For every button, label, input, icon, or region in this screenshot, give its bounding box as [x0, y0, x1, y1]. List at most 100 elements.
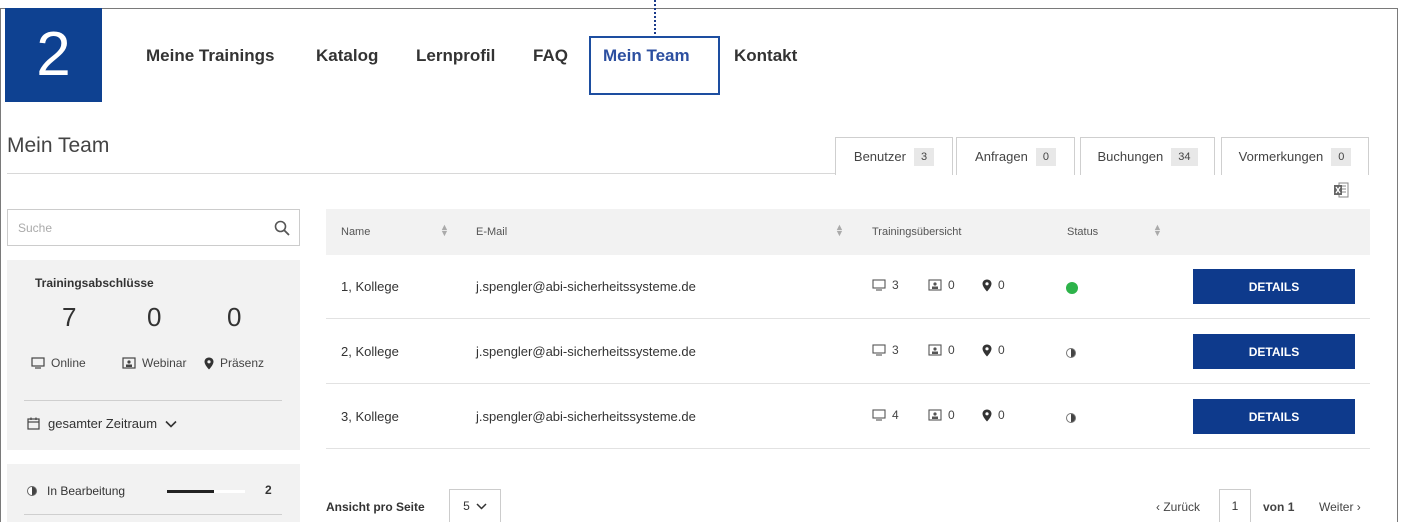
column-header-email[interactable]: E-Mail [476, 226, 507, 238]
location-pin-icon [982, 409, 992, 421]
row-email: j.spengler@abi-sicherheitssysteme.de [476, 279, 696, 294]
page-number-input[interactable]: 1 [1219, 489, 1251, 522]
webinar-icon [122, 357, 136, 369]
dotted-connector [654, 0, 658, 34]
tab-benutzer[interactable]: Benutzer 3 [835, 137, 953, 175]
frame-border-top [0, 8, 1398, 9]
table-row: 2, Kollege j.spengler@abi-sicherheitssys… [326, 320, 1370, 384]
webinar-icon [928, 344, 942, 356]
praesenz-count: 0 [227, 302, 242, 332]
of-label: von [1263, 500, 1285, 514]
tab-count-badge: 0 [1035, 147, 1056, 166]
praesenz-stat-label: Präsenz [204, 356, 264, 370]
row-webinar-count: 0 [948, 278, 955, 292]
row-praesenz-metric: 0 [982, 408, 1005, 422]
monitor-icon [31, 357, 45, 369]
search-input[interactable] [18, 220, 258, 235]
online-count: 7 [62, 302, 77, 332]
column-header-overview: Trainingsübersicht [872, 226, 962, 238]
per-page-select[interactable]: 5 [449, 489, 501, 522]
nav-katalog[interactable]: Katalog [316, 46, 378, 66]
calendar-icon [27, 417, 40, 430]
nav-faq[interactable]: FAQ [533, 46, 568, 66]
total-pages: 1 [1287, 500, 1295, 514]
chevron-down-icon [165, 420, 177, 428]
sort-icon[interactable]: ▲ ▼ [1153, 223, 1162, 238]
praesenz-label: Präsenz [220, 356, 265, 370]
row-praesenz-metric: 0 [982, 278, 1005, 292]
tab-label: Vormerkungen [1238, 149, 1324, 164]
row-praesenz-count: 0 [998, 408, 1005, 422]
tab-count-badge: 0 [1331, 147, 1352, 166]
status-in-progress-icon [1066, 348, 1076, 358]
row-praesenz-count: 0 [998, 343, 1005, 357]
details-button[interactable]: DETAILS [1193, 269, 1355, 304]
online-stat-label: Online [31, 356, 86, 370]
tab-anfragen[interactable]: Anfragen 0 [956, 137, 1075, 175]
details-button[interactable]: DETAILS [1193, 399, 1355, 434]
status-filter-panel: In Bearbeitung 2 [7, 464, 300, 522]
row-email: j.spengler@abi-sicherheitssysteme.de [476, 344, 696, 359]
row-webinar-metric: 0 [928, 278, 955, 292]
status-in-progress-icon [1066, 413, 1076, 423]
period-label: gesamter Zeitraum [48, 416, 158, 431]
row-praesenz-count: 0 [998, 278, 1005, 292]
online-label: Online [51, 356, 86, 370]
row-praesenz-metric: 0 [982, 343, 1005, 357]
tab-label: Buchungen [1097, 149, 1164, 164]
page-of-text: von 1 [1263, 500, 1294, 514]
sort-icon[interactable]: ▲ ▼ [440, 223, 449, 238]
status-filter-count: 2 [265, 483, 272, 497]
tab-buchungen[interactable]: Buchungen 34 [1080, 137, 1215, 175]
tab-vormerkungen[interactable]: Vormerkungen 0 [1221, 137, 1369, 175]
monitor-icon [872, 409, 886, 421]
sort-icon[interactable]: ▲ ▼ [835, 223, 844, 238]
row-name: 2, Kollege [341, 344, 399, 359]
monitor-icon [872, 279, 886, 291]
row-online-count: 3 [892, 343, 899, 357]
row-online-count: 4 [892, 408, 899, 422]
next-label: Weiter [1319, 500, 1354, 514]
tab-label: Anfragen [975, 149, 1028, 164]
column-header-status[interactable]: Status [1067, 226, 1098, 238]
status-filter-in-bearbeitung[interactable]: In Bearbeitung [27, 484, 125, 498]
column-header-name[interactable]: Name [341, 226, 370, 238]
frame-border-left [0, 8, 1, 522]
nav-meine-trainings[interactable]: Meine Trainings [146, 46, 274, 66]
row-email: j.spengler@abi-sicherheitssysteme.de [476, 409, 696, 424]
location-pin-icon [982, 279, 992, 291]
page-title: Mein Team [7, 134, 110, 157]
panel-divider [24, 514, 282, 515]
nav-kontakt[interactable]: Kontakt [734, 46, 797, 66]
search-field[interactable] [7, 209, 300, 246]
tab-count-badge: 3 [913, 147, 935, 166]
search-icon[interactable] [274, 220, 290, 236]
row-online-count: 3 [892, 278, 899, 292]
webinar-icon [928, 409, 942, 421]
status-completed-icon [1066, 282, 1078, 294]
prev-page-link[interactable]: ‹ Zurück [1156, 500, 1200, 514]
location-pin-icon [204, 357, 214, 369]
chevron-down-icon [476, 502, 487, 510]
details-button[interactable]: DETAILS [1193, 334, 1355, 369]
status-filter-label: In Bearbeitung [47, 484, 126, 498]
location-pin-icon [982, 344, 992, 356]
chevron-left-icon: ‹ [1156, 500, 1160, 514]
period-select[interactable]: gesamter Zeitraum [27, 416, 177, 431]
title-divider [7, 173, 837, 174]
frame-border-right [1397, 8, 1398, 522]
row-webinar-count: 0 [948, 408, 955, 422]
next-page-link[interactable]: Weiter › [1319, 500, 1361, 514]
monitor-icon [872, 344, 886, 356]
row-webinar-metric: 0 [928, 343, 955, 357]
webinar-label: Webinar [142, 356, 187, 370]
status-progress-bar [167, 490, 245, 493]
webinar-stat-label: Webinar [122, 356, 186, 370]
per-page-label: Ansicht pro Seite [326, 500, 425, 514]
row-online-metric: 3 [872, 278, 899, 292]
excel-export-icon[interactable] [1333, 182, 1349, 198]
nav-lernprofil[interactable]: Lernprofil [416, 46, 495, 66]
per-page-value: 5 [463, 499, 470, 513]
table-header: Name ▲ ▼ E-Mail ▲ ▼ Trainingsübersicht Sta… [326, 209, 1370, 255]
step-number-badge: 2 [5, 8, 102, 102]
